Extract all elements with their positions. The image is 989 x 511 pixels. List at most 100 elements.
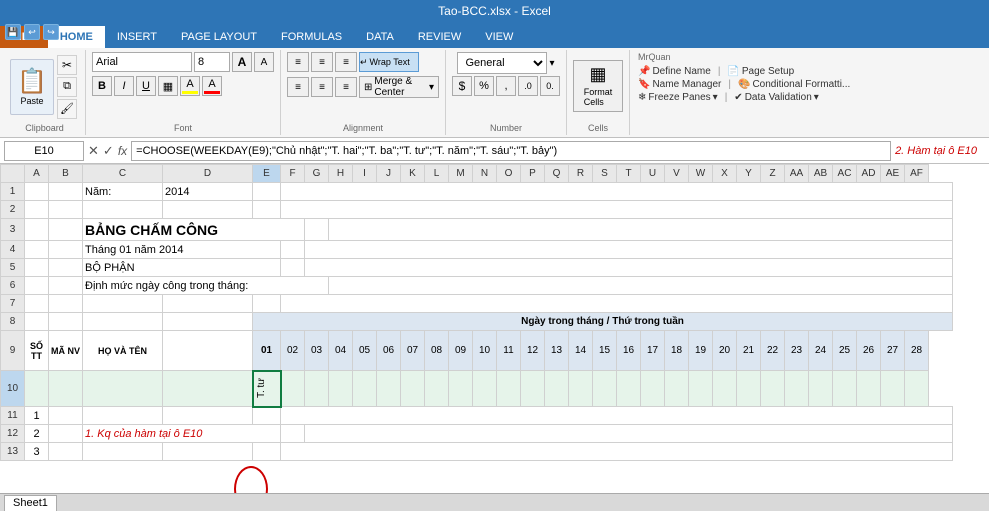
cell-A7[interactable]: [25, 295, 49, 313]
freeze-panes-button[interactable]: ❄Freeze Panes ▾: [638, 92, 718, 103]
currency-btn[interactable]: $: [452, 76, 472, 96]
cell-U9[interactable]: 17: [641, 331, 665, 371]
cell-E10[interactable]: T. tư: [253, 371, 281, 407]
cell-AC9[interactable]: 25: [833, 331, 857, 371]
cell-E13[interactable]: [253, 443, 281, 461]
cell-O9[interactable]: 11: [497, 331, 521, 371]
cell-T10[interactable]: [617, 371, 641, 407]
cell-A12[interactable]: 2: [25, 425, 49, 443]
tab-insert[interactable]: INSERT: [105, 26, 169, 48]
cell-AF10[interactable]: [905, 371, 929, 407]
copy-button[interactable]: ⧉: [57, 77, 77, 97]
cell-B5[interactable]: [49, 259, 83, 277]
cell-AB9[interactable]: 24: [809, 331, 833, 371]
undo-qa-btn[interactable]: ↩: [24, 24, 40, 40]
cell-N10[interactable]: [473, 371, 497, 407]
paste-button[interactable]: 📋 Paste: [10, 59, 54, 115]
col-header-W[interactable]: W: [689, 165, 713, 183]
align-bottom-right-btn[interactable]: ≡: [335, 77, 357, 97]
cell-V9[interactable]: 18: [665, 331, 689, 371]
col-header-AC[interactable]: AC: [833, 165, 857, 183]
col-header-D[interactable]: D: [163, 165, 253, 183]
cell-D11[interactable]: [163, 407, 253, 425]
cell-B10[interactable]: [49, 371, 83, 407]
col-header-C[interactable]: C: [83, 165, 163, 183]
decrease-font-btn[interactable]: A: [254, 52, 274, 72]
tab-data[interactable]: DATA: [354, 26, 406, 48]
cell-D8[interactable]: [163, 313, 253, 331]
cell-B11[interactable]: [49, 407, 83, 425]
col-header-AA[interactable]: AA: [785, 165, 809, 183]
cell-K9[interactable]: 07: [401, 331, 425, 371]
col-header-I[interactable]: I: [353, 165, 377, 183]
cell-E3[interactable]: [305, 219, 329, 241]
col-header-M[interactable]: M: [449, 165, 473, 183]
cell-T9[interactable]: 16: [617, 331, 641, 371]
cell-A4[interactable]: [25, 241, 49, 259]
number-format-dropdown-icon[interactable]: ▾: [549, 58, 554, 69]
col-header-S[interactable]: S: [593, 165, 617, 183]
cell-B6[interactable]: [49, 277, 83, 295]
cell-B13[interactable]: [49, 443, 83, 461]
cell-D1[interactable]: 2014: [163, 183, 253, 201]
cell-F10[interactable]: [281, 371, 305, 407]
cell-D2[interactable]: [163, 201, 253, 219]
cell-Y10[interactable]: [737, 371, 761, 407]
font-size-input[interactable]: [194, 52, 230, 72]
italic-button[interactable]: I: [114, 76, 134, 96]
col-header-AB[interactable]: AB: [809, 165, 833, 183]
cell-E1[interactable]: [253, 183, 281, 201]
cell-A1[interactable]: [25, 183, 49, 201]
cell-H10[interactable]: [329, 371, 353, 407]
cell-J9[interactable]: 06: [377, 331, 401, 371]
wrap-text-icon[interactable]: ↵Wrap Text: [359, 52, 419, 72]
col-header-V[interactable]: V: [665, 165, 689, 183]
bold-button[interactable]: B: [92, 76, 112, 96]
cell-H9[interactable]: 04: [329, 331, 353, 371]
col-header-AF[interactable]: AF: [905, 165, 929, 183]
cell-F3-rest[interactable]: [329, 219, 953, 241]
define-name-button[interactable]: 📌Define Name: [638, 66, 711, 77]
underline-button[interactable]: U: [136, 76, 156, 96]
cell-L9[interactable]: 08: [425, 331, 449, 371]
col-header-AE[interactable]: AE: [881, 165, 905, 183]
cell-B4[interactable]: [49, 241, 83, 259]
col-header-B[interactable]: B: [49, 165, 83, 183]
tab-review[interactable]: REVIEW: [406, 26, 473, 48]
cell-W10[interactable]: [689, 371, 713, 407]
fill-color-button[interactable]: A: [180, 76, 200, 96]
cell-D9[interactable]: [163, 331, 253, 371]
cell-I10[interactable]: [353, 371, 377, 407]
name-manager-button[interactable]: 🔖Name Manager: [638, 79, 721, 90]
comma-btn[interactable]: ,: [496, 76, 516, 96]
font-color-button[interactable]: A: [202, 76, 222, 96]
confirm-formula-icon[interactable]: ✓: [103, 143, 114, 159]
cell-E2[interactable]: [253, 201, 281, 219]
cell-AA9[interactable]: 23: [785, 331, 809, 371]
cell-O10[interactable]: [497, 371, 521, 407]
cell-X9[interactable]: 20: [713, 331, 737, 371]
col-header-AD[interactable]: AD: [857, 165, 881, 183]
cell-AF9[interactable]: 28: [905, 331, 929, 371]
cell-C3[interactable]: BẢNG CHẤM CÔNG: [83, 219, 305, 241]
col-header-H[interactable]: H: [329, 165, 353, 183]
cell-A2[interactable]: [25, 201, 49, 219]
col-header-Y[interactable]: Y: [737, 165, 761, 183]
cell-I9[interactable]: 05: [353, 331, 377, 371]
col-header-Q[interactable]: Q: [545, 165, 569, 183]
cell-A13[interactable]: 3: [25, 443, 49, 461]
border-button[interactable]: ▦: [158, 76, 178, 96]
cell-E12[interactable]: [281, 425, 305, 443]
col-header-O[interactable]: O: [497, 165, 521, 183]
col-header-A[interactable]: A: [25, 165, 49, 183]
cell-D13[interactable]: [163, 443, 253, 461]
cell-S9[interactable]: 15: [593, 331, 617, 371]
cell-Q10[interactable]: [545, 371, 569, 407]
page-setup-button[interactable]: 📄Page Setup: [727, 66, 794, 77]
cell-F13-rest[interactable]: [281, 443, 953, 461]
cell-P10[interactable]: [521, 371, 545, 407]
cell-AA10[interactable]: [785, 371, 809, 407]
align-bottom-left-btn[interactable]: ≡: [287, 77, 309, 97]
cell-K10[interactable]: [401, 371, 425, 407]
save-qa-btn[interactable]: 💾: [5, 24, 21, 40]
